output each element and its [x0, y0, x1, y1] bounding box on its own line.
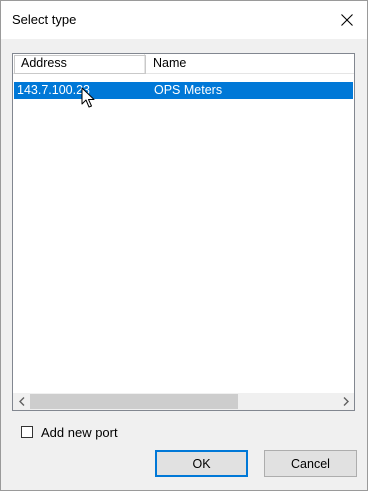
- chevron-left-icon: [18, 397, 24, 406]
- scroll-thumb[interactable]: [30, 394, 238, 409]
- add-new-port-label[interactable]: Add new port: [41, 425, 118, 440]
- row-address-cell: 143.7.100.23: [17, 83, 90, 97]
- add-new-port-checkbox[interactable]: [21, 426, 33, 438]
- horizontal-scrollbar[interactable]: [13, 393, 354, 410]
- close-button[interactable]: [327, 1, 367, 39]
- add-new-port-option[interactable]: Add new port: [21, 425, 118, 440]
- cancel-button[interactable]: Cancel: [264, 450, 357, 477]
- scroll-right-button[interactable]: [337, 393, 354, 410]
- title-bar: Select type: [1, 1, 367, 39]
- chevron-right-icon: [343, 397, 349, 406]
- address-list-view[interactable]: Address Name 143.7.100.23 OPS Meters: [12, 53, 355, 411]
- list-row-selected[interactable]: 143.7.100.23 OPS Meters: [14, 82, 353, 99]
- column-header-name[interactable]: Name: [145, 54, 354, 73]
- dialog-title: Select type: [12, 12, 77, 27]
- ok-button[interactable]: OK: [155, 450, 248, 477]
- select-type-dialog: Select type Address Name 143.7.100.23 OP…: [0, 0, 368, 491]
- row-name-cell: OPS Meters: [154, 83, 223, 97]
- close-icon: [341, 14, 353, 26]
- list-header: Address Name: [13, 54, 354, 74]
- column-header-address[interactable]: Address: [13, 54, 145, 73]
- scroll-left-button[interactable]: [13, 393, 30, 410]
